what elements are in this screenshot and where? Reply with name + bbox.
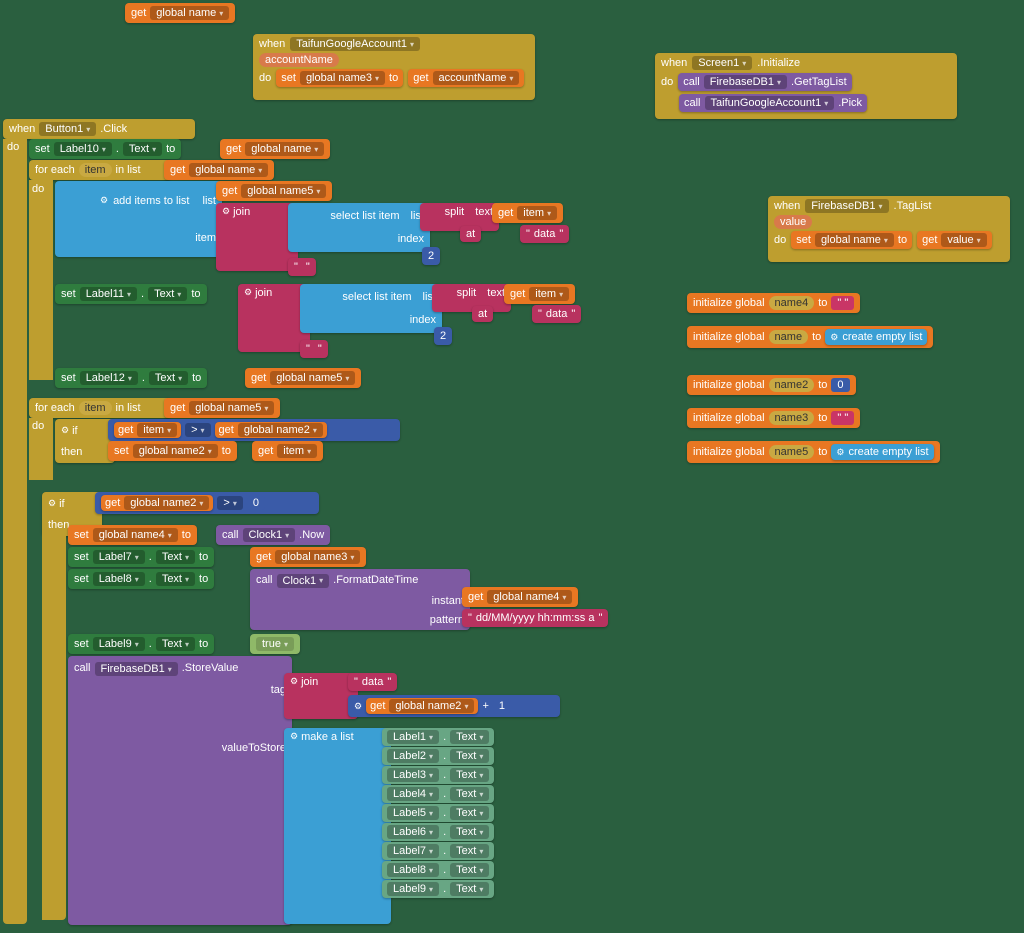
init-global[interactable]: initialize global name to ⚙ create empty… <box>687 326 933 348</box>
set-prop[interactable]: setLabel9.Textto <box>68 634 214 654</box>
op-dd[interactable]: > <box>185 423 210 437</box>
select-list-item[interactable]: select list item list index <box>288 203 430 252</box>
event-taglist[interactable]: when FirebaseDB1 .TagList value do set g… <box>768 196 1010 262</box>
string-block[interactable]: "dd/MM/yyyy hh:mm:ss a" <box>462 609 608 627</box>
kw: do <box>259 72 271 84</box>
prop-getter[interactable]: Label4.Text <box>382 785 494 803</box>
string-block[interactable]: "data" <box>532 305 581 323</box>
event-body-rail <box>3 139 27 924</box>
init-global[interactable]: initialize global name4 to " " <box>687 293 860 313</box>
get-block[interactable]: getitem <box>492 203 563 223</box>
foreach-rail <box>29 180 53 380</box>
join-block[interactable]: ⚙join <box>216 203 298 271</box>
kw-do: do <box>7 141 19 153</box>
get-block[interactable]: get global name <box>125 3 235 23</box>
kw: get <box>131 7 146 19</box>
init-global[interactable]: initialize global name3 to " " <box>687 408 860 428</box>
get-block[interactable]: get value <box>917 231 992 249</box>
get-block[interactable]: getglobal name <box>164 160 274 180</box>
prop-getter[interactable]: Label9.Text <box>382 880 494 898</box>
foreach-block[interactable]: for each item in list <box>29 160 171 180</box>
init-global[interactable]: initialize global name2 to 0 <box>687 375 856 395</box>
get-block[interactable]: getglobal name4 <box>462 587 578 607</box>
set-block[interactable]: setglobal name4to <box>68 525 197 545</box>
label-list: Label1.TextLabel2.TextLabel3.TextLabel4.… <box>382 728 494 898</box>
arg: accountName <box>259 53 339 67</box>
string-block[interactable]: " " <box>300 340 328 358</box>
add-items[interactable]: ⚙add items to list list item <box>55 181 222 257</box>
event-picked[interactable]: when TaifunGoogleAccount1 accountName do… <box>253 34 535 100</box>
make-list[interactable]: ⚙make a list <box>284 728 391 924</box>
call-block[interactable]: call TaifunGoogleAccount1 .Pick <box>679 94 867 112</box>
prop-getter[interactable]: Label6.Text <box>382 823 494 841</box>
prop-getter[interactable]: Label1.Text <box>382 728 494 746</box>
get-block[interactable]: getglobal name5 <box>164 398 280 418</box>
if-block[interactable]: ⚙if then <box>55 419 115 463</box>
foreach-block[interactable]: for eachitemin list <box>29 398 171 418</box>
prop-getter[interactable]: Label7.Text <box>382 842 494 860</box>
set-prop[interactable]: setLabel7.Textto <box>68 547 214 567</box>
string-block[interactable]: "data" <box>348 673 397 691</box>
number-block[interactable]: 2 <box>422 247 440 265</box>
set-prop[interactable]: set Label10 . Text to <box>29 139 181 159</box>
set-block[interactable]: set global name to <box>791 231 912 249</box>
select-list-item[interactable]: select list item list index <box>300 284 442 333</box>
string-block[interactable]: " " <box>288 258 316 276</box>
get-block[interactable]: getitem <box>504 284 575 304</box>
get-block[interactable]: getglobal name <box>220 139 330 159</box>
call-block[interactable]: callClock1.Now <box>216 525 330 545</box>
prop-getter[interactable]: Label8.Text <box>382 861 494 879</box>
comp-dd[interactable]: TaifunGoogleAccount1 <box>290 37 420 51</box>
get-block[interactable]: getglobal name5 <box>245 368 361 388</box>
empty-list[interactable]: ⚙ create empty list <box>825 329 927 345</box>
call-storevalue[interactable]: callFirebaseDB1.StoreValue tag valueToSt… <box>68 656 292 925</box>
prop-getter[interactable]: Label3.Text <box>382 766 494 784</box>
compare-block[interactable]: getglobal name2 > 0 <box>95 492 319 514</box>
join-block[interactable]: ⚙join <box>284 673 358 719</box>
var-dd[interactable]: global name <box>150 6 229 20</box>
get-block[interactable]: get accountName <box>408 69 524 87</box>
get-block[interactable]: getitem <box>252 441 323 461</box>
set-prop[interactable]: setLabel8.Textto <box>68 569 214 589</box>
get-block[interactable]: getglobal name3 <box>250 547 366 567</box>
bool-block[interactable]: true <box>250 634 300 654</box>
set-prop[interactable]: setLabel11.Textto <box>55 284 207 304</box>
set-block[interactable]: setglobal name2to <box>108 441 237 461</box>
kw: when <box>259 38 285 50</box>
set-prop[interactable]: setLabel12.Textto <box>55 368 207 388</box>
init-global[interactable]: initialize global name5 to ⚙ create empt… <box>687 441 940 463</box>
number-block[interactable]: 2 <box>434 327 452 345</box>
event-init[interactable]: when Screen1 .Initialize do call Firebas… <box>655 53 957 119</box>
prop-getter[interactable]: Label5.Text <box>382 804 494 822</box>
if-rail <box>42 530 66 920</box>
empty-list[interactable]: ⚙ create empty list <box>831 444 933 460</box>
call-fdt[interactable]: callClock1.FormatDateTime instant patter… <box>250 569 470 630</box>
set-block[interactable]: set global name3 to <box>276 69 403 87</box>
string-block[interactable]: "data" <box>520 225 569 243</box>
at-label: at <box>460 226 481 242</box>
compare-block[interactable]: getitem > getglobal name2 <box>108 419 400 441</box>
prop-getter[interactable]: Label2.Text <box>382 747 494 765</box>
math-plus[interactable]: ⚙ getglobal name2 + 1 <box>348 695 560 717</box>
event-button-click[interactable]: when Button1 .Click <box>3 119 195 139</box>
call-block[interactable]: call FirebaseDB1 .GetTagList <box>678 73 851 91</box>
get-block[interactable]: getglobal name5 <box>216 181 332 201</box>
